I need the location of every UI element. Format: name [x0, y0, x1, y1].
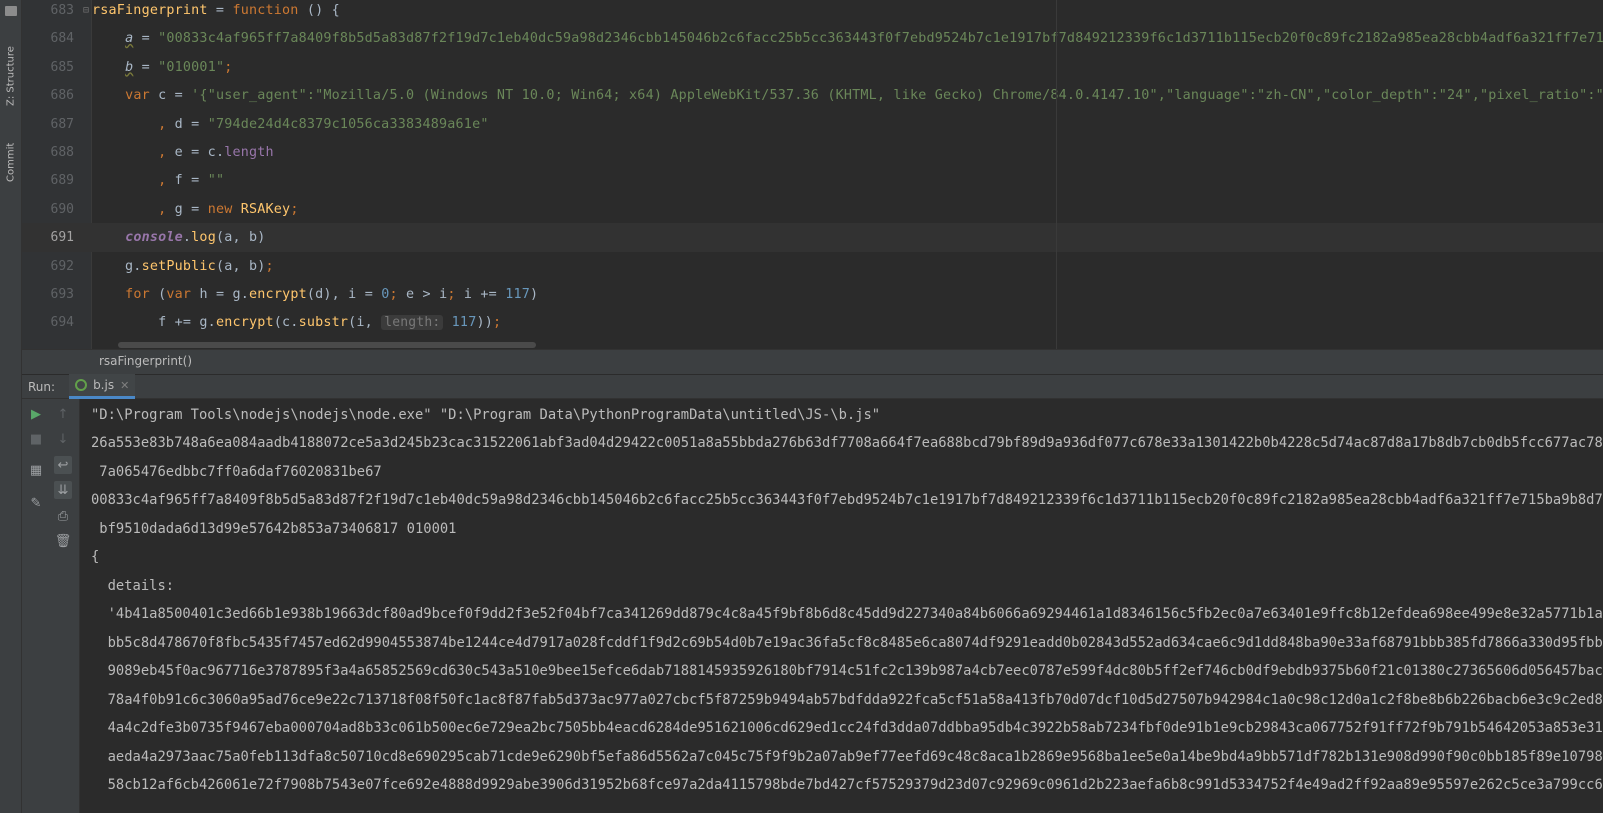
breadcrumb-bar: rsaFingerprint(): [22, 349, 1603, 374]
line-number[interactable]: 686: [22, 88, 80, 103]
code-line[interactable]: 694 f += g.encrypt(c.substr(i, length: 1…: [22, 308, 1603, 337]
line-number[interactable]: 687: [22, 117, 80, 132]
code-line[interactable]: 685 b = "010001";: [22, 53, 1603, 82]
console-line: 58cb12af6cb426061e72f7908b7543e07fce692e…: [91, 777, 1603, 793]
console-line: bf9510dada6d13d99e57642b853a73406817 010…: [91, 521, 457, 537]
nodejs-icon: [75, 379, 88, 391]
console-line: 7a065476edbbc7ff0a6daf76020831be67: [91, 464, 382, 480]
line-number[interactable]: 692: [22, 259, 80, 274]
commit-tab[interactable]: Commit: [2, 132, 20, 192]
down-arrow-icon[interactable]: ↓: [54, 430, 72, 448]
code-line[interactable]: 687 , d = "794de24d4c8379c1056ca3383489a…: [22, 110, 1603, 139]
close-icon[interactable]: ✕: [120, 379, 129, 392]
code-line[interactable]: 684 a = "00833c4af965ff7a8409f8b5d5a83d8…: [22, 24, 1603, 53]
line-number[interactable]: 685: [22, 60, 80, 75]
code-text: , f = "": [158, 173, 225, 189]
right-margin-guide: [1056, 0, 1057, 355]
run-toolbar: ▶ ↑ ■ ↓ ↩ ▦ ⇊ ✎ ⎙ 🗑: [22, 399, 80, 813]
console-line: 26a553e83b748a6ea084aadb4188072ce5a3d245…: [91, 435, 1603, 451]
left-tool-strip: Z: Structure Commit: [0, 0, 22, 813]
code-line[interactable]: 683 ⊟ rsaFingerprint = function () {: [22, 0, 1603, 25]
scroll-to-end-icon[interactable]: ⇊: [54, 481, 72, 499]
code-text: , e = c.length: [158, 145, 274, 160]
soft-wrap-icon[interactable]: ↩: [54, 456, 72, 474]
console-line: {: [91, 549, 100, 565]
line-number[interactable]: 689: [22, 173, 80, 188]
print-icon[interactable]: ⎙: [54, 507, 72, 525]
structure-tab[interactable]: Z: Structure: [2, 36, 20, 116]
console-line: 78a4f0b91c6c3060a95ad76ce9e22c713718f08f…: [91, 692, 1603, 708]
console-line: details:: [91, 578, 175, 594]
run-console[interactable]: "D:\Program Tools\nodejs\nodejs\node.exe…: [80, 399, 1603, 813]
line-number[interactable]: 690: [22, 202, 80, 217]
run-panel-header: Run: b.js ✕: [22, 374, 1603, 399]
console-line: 00833c4af965ff7a8409f8b5d5a83d87f2f19d7c…: [91, 492, 1603, 508]
code-text: , g = new RSAKey;: [158, 201, 299, 217]
console-line: '4b41a8500401c3ed66b1e938b19663dcf80ad9b…: [91, 606, 1603, 622]
layout-icon[interactable]: ▦: [27, 461, 45, 479]
code-text: var c = '{"user_agent":"Mozilla/5.0 (Win…: [125, 88, 1603, 104]
code-text: a = "00833c4af965ff7a8409f8b5d5a83d87f2f…: [125, 31, 1603, 47]
line-number[interactable]: 693: [22, 287, 80, 302]
run-label: Run:: [28, 379, 56, 394]
code-text: , d = "794de24d4c8379c1056ca3383489a61e": [158, 116, 489, 132]
run-tab-bjs[interactable]: b.js ✕: [69, 374, 136, 399]
console-line: aeda4a2973aac75a0feb113dfa8c50710cd8e690…: [91, 749, 1603, 765]
code-line[interactable]: 686 var c = '{"user_agent":"Mozilla/5.0 …: [22, 81, 1603, 110]
line-number[interactable]: 684: [22, 31, 80, 46]
code-line[interactable]: 689 , f = "": [22, 166, 1603, 195]
project-icon[interactable]: [5, 6, 17, 16]
code-line[interactable]: 693 for (var h = g.encrypt(d), i = 0; e …: [22, 280, 1603, 309]
code-line[interactable]: 690 , g = new RSAKey;: [22, 195, 1603, 224]
fold-icon[interactable]: ⊟: [80, 5, 92, 16]
line-number[interactable]: 688: [22, 145, 80, 160]
stop-icon[interactable]: ■: [27, 430, 45, 448]
code-text: b = "010001";: [125, 59, 233, 75]
run-tab-name: b.js: [93, 378, 115, 392]
trash-icon[interactable]: 🗑: [54, 532, 72, 550]
editor-horizontal-scrollbar[interactable]: [118, 342, 536, 348]
console-line: bb5c8d478670f8fbc5435f7457ed62d990455387…: [91, 635, 1603, 651]
line-number[interactable]: 691: [22, 230, 80, 245]
pin-icon[interactable]: ✎: [27, 494, 45, 512]
commit-tab-label: Commit: [5, 142, 17, 182]
code-text: g.setPublic(a, b);: [92, 258, 274, 274]
code-text: console.log(a, b): [125, 230, 266, 246]
console-line: "D:\Program Tools\nodejs\nodejs\node.exe…: [91, 407, 881, 423]
code-text: for (var h = g.encrypt(d), i = 0; e > i;…: [125, 287, 539, 302]
rerun-icon[interactable]: ▶: [27, 405, 45, 423]
code-line[interactable]: 691 console.log(a, b): [22, 223, 1603, 253]
code-line[interactable]: 692 g.setPublic(a, b);: [22, 252, 1603, 281]
structure-tab-label: Z: Structure: [5, 46, 17, 106]
code-text: f += g.encrypt(c.substr(i, length: 117))…: [92, 315, 502, 331]
code-editor[interactable]: 683 ⊟ rsaFingerprint = function () {684 a …: [22, 0, 1603, 355]
line-number[interactable]: 683: [22, 3, 80, 18]
code-line[interactable]: 688 , e = c.length: [22, 138, 1603, 167]
breadcrumb[interactable]: rsaFingerprint(): [99, 354, 192, 368]
code-text: rsaFingerprint = function () {: [92, 3, 340, 18]
line-number[interactable]: 694: [22, 315, 80, 330]
console-line: 9089eb45f0ac967716e3787895f3a4a65852569c…: [91, 663, 1603, 679]
console-line: 4a4c2dfe3b0735f9467eba000704ad8b33c061b5…: [91, 720, 1603, 736]
up-arrow-icon[interactable]: ↑: [54, 405, 72, 423]
